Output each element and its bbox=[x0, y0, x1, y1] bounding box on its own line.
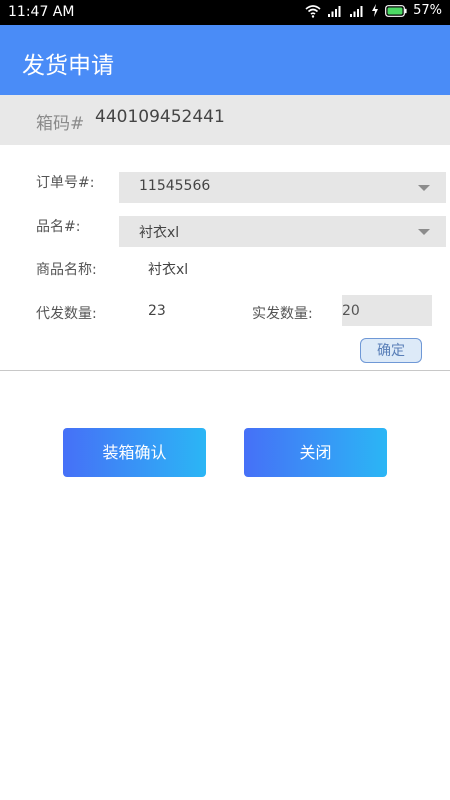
wifi-icon bbox=[305, 4, 321, 18]
status-time: 11:47 AM bbox=[8, 4, 75, 20]
dropdown-arrow-icon bbox=[418, 229, 430, 235]
app-bar: 发货申请 bbox=[0, 25, 450, 95]
dropdown-arrow-icon bbox=[418, 185, 430, 191]
pending-qty-value: 23 bbox=[148, 303, 166, 319]
box-code-row: 箱码# 440109452441 bbox=[0, 95, 450, 145]
battery-percent: 57% bbox=[413, 3, 442, 18]
pending-qty-label: 代发数量: bbox=[36, 306, 97, 322]
confirm-button[interactable]: 确定 bbox=[360, 338, 422, 363]
order-number-value: 11545566 bbox=[139, 178, 211, 194]
signal-icon bbox=[327, 4, 343, 17]
pack-confirm-button[interactable]: 装箱确认 bbox=[63, 428, 206, 477]
product-select[interactable]: 衬衣xl bbox=[119, 216, 446, 247]
product-name-value: 衬衣xl bbox=[148, 262, 189, 278]
status-bar: 11:47 AM 57% bbox=[0, 0, 450, 25]
product-label: 品名#: bbox=[36, 219, 81, 235]
actual-qty-input[interactable] bbox=[342, 295, 432, 326]
status-icons: 57% bbox=[305, 3, 442, 18]
divider bbox=[0, 370, 450, 371]
product-value: 衬衣xl bbox=[139, 225, 180, 241]
battery-icon bbox=[385, 4, 407, 17]
order-number-select[interactable]: 11545566 bbox=[119, 172, 446, 203]
close-button[interactable]: 关闭 bbox=[244, 428, 387, 477]
charging-icon bbox=[371, 4, 379, 17]
signal-icon bbox=[349, 4, 365, 17]
order-number-label: 订单号#: bbox=[36, 175, 95, 191]
page-title: 发货申请 bbox=[22, 53, 114, 79]
box-code-label: 箱码# bbox=[36, 114, 85, 134]
product-name-label: 商品名称: bbox=[36, 262, 97, 278]
actual-qty-label: 实发数量: bbox=[252, 306, 313, 322]
box-code-value: 440109452441 bbox=[95, 107, 225, 127]
